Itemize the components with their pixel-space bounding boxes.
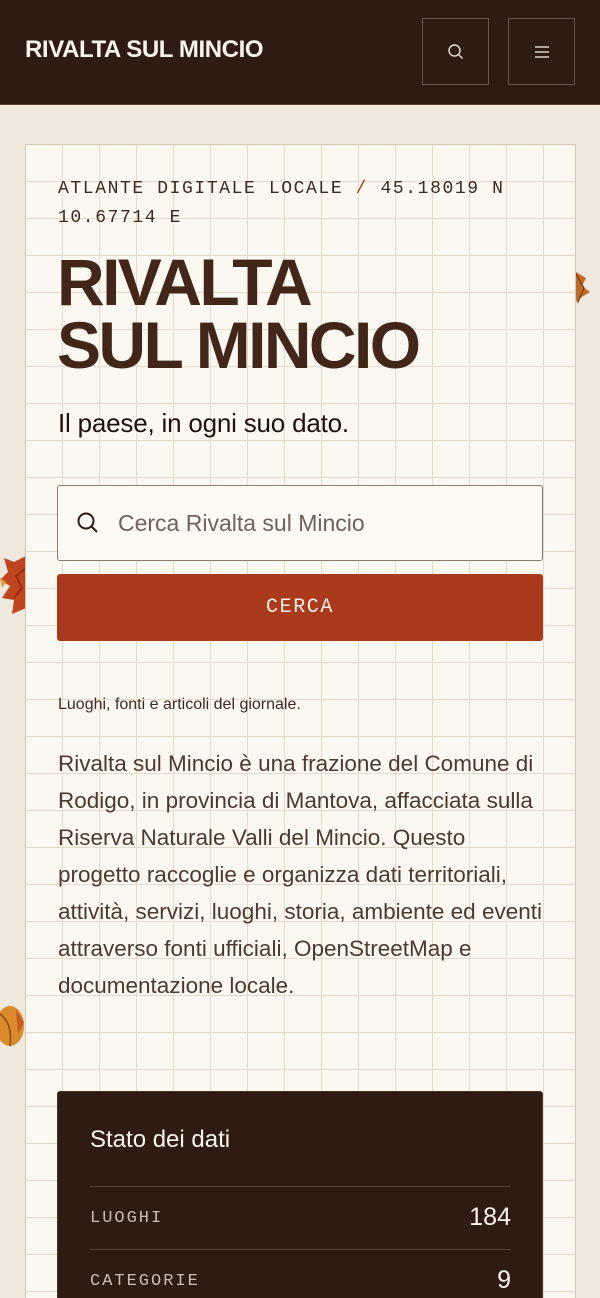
search-box[interactable] — [57, 485, 543, 561]
title-line-1: RIVALTA — [57, 245, 313, 319]
hero-card: ATLANTE DIGITALE LOCALE / 45.18019 N 10.… — [25, 144, 576, 1298]
search-submit-button[interactable]: CERCA — [57, 574, 543, 641]
search-icon — [447, 43, 463, 59]
status-row: LUOGHI 184 — [90, 1186, 511, 1249]
tagline: Il paese, in ogni suo dato. — [58, 408, 349, 438]
header-search-button[interactable] — [422, 18, 489, 85]
intro-description: Rivalta sul Mincio è una frazione del Co… — [58, 751, 542, 998]
status-row-label: LUOGHI — [90, 1209, 164, 1228]
status-row-value: 9 — [497, 1266, 511, 1294]
leaf-decoration-bottom-icon — [0, 1006, 24, 1047]
leaf-decoration-right-icon — [574, 272, 590, 304]
leaf-decoration-left-icon — [0, 556, 26, 614]
status-row: CATEGORIE 9 — [90, 1249, 511, 1298]
search-icon — [77, 512, 98, 533]
title-line-2: SUL MINCIO — [57, 308, 421, 382]
search-input[interactable] — [118, 500, 528, 546]
site-brand[interactable]: RIVALTA SUL MINCIO — [25, 36, 264, 64]
eyebrow: ATLANTE DIGITALE LOCALE / 45.18019 N 10.… — [58, 175, 528, 233]
eyebrow-label: ATLANTE DIGITALE LOCALE — [58, 179, 344, 199]
status-row-value: 184 — [469, 1203, 511, 1231]
status-title: Stato dei dati — [90, 1126, 231, 1153]
data-status-panel: Stato dei dati LUOGHI 184 CATEGORIE 9 — [57, 1091, 543, 1298]
menu-button[interactable] — [508, 18, 575, 85]
eyebrow-separator: / — [355, 179, 369, 199]
page-title: RIVALTA SUL MINCIO — [57, 245, 537, 382]
menu-icon — [534, 45, 549, 58]
status-row-label: CATEGORIE — [90, 1272, 200, 1291]
top-bar: RIVALTA SUL MINCIO — [0, 0, 600, 105]
search-note: Luoghi, fonti e articoli del giornale. — [58, 696, 301, 713]
